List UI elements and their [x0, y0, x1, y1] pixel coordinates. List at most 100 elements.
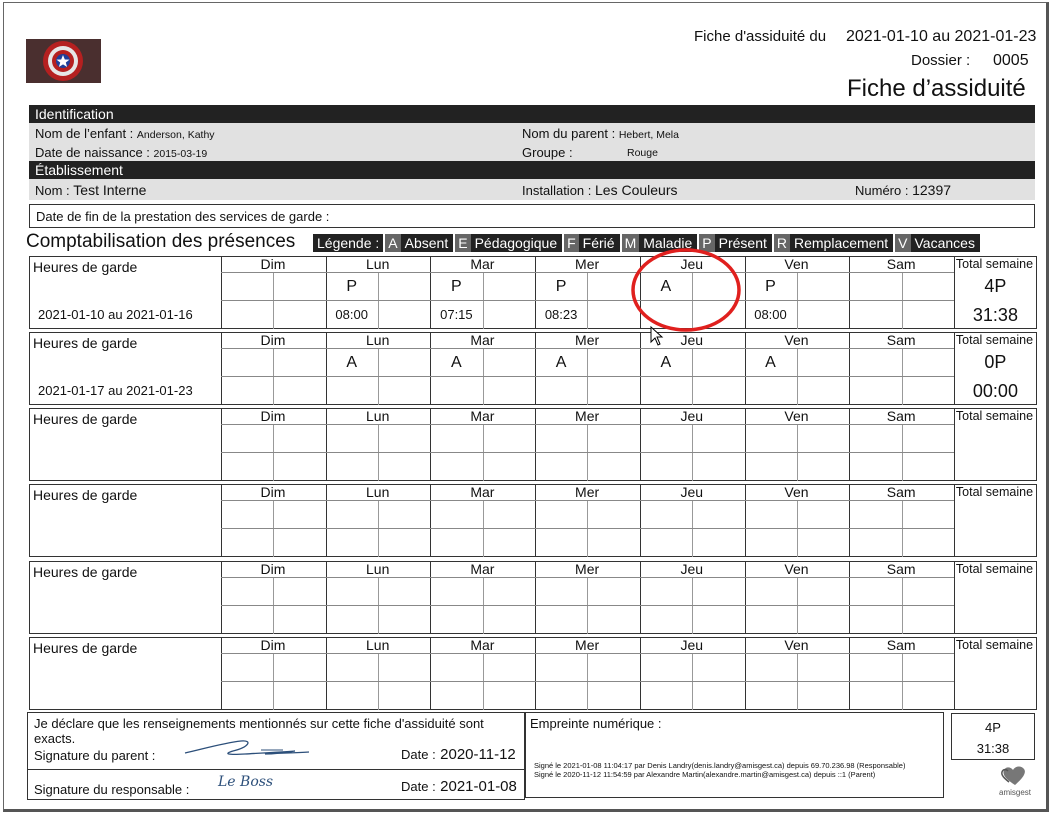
total-week-label: Total semaine — [955, 562, 1034, 576]
row-label: Heures de garde — [33, 564, 138, 580]
day-header: Mer — [575, 408, 600, 424]
attendance-time: 08:00 — [754, 307, 787, 322]
group-field: Groupe : — [522, 145, 573, 160]
parent-date-value: 2020-11-12 — [440, 746, 516, 763]
etablissement-name-value: Test Interne — [73, 182, 147, 198]
installation-field: Installation : Les Couleurs — [522, 182, 678, 198]
day-header: Ven — [784, 637, 809, 653]
responsable-signature-text: Le Boss — [218, 774, 274, 790]
attendance-mark: P — [451, 278, 462, 295]
day-header: Lun — [366, 484, 390, 500]
week-block: Heures de garde 2021-01-10 au 2021-01-16 D… — [29, 256, 1037, 329]
day-header: Lun — [366, 256, 390, 272]
signature-log-1: Signé le 2021-01-08 11:04:17 par Denis L… — [534, 761, 906, 770]
child-name-label: Nom de l’enfant : — [35, 126, 134, 141]
day-header: Dim — [260, 408, 286, 424]
total-week-label: Total semaine — [955, 485, 1034, 499]
day-header: Sam — [886, 408, 916, 424]
parent-name-label: Nom du parent : — [522, 126, 616, 141]
day-header: Jeu — [680, 637, 704, 653]
total-count: 4P — [984, 276, 1007, 296]
attendance-mark: A — [346, 354, 358, 371]
child-name-field: Nom de l’enfant : Anderson, Kathy — [35, 126, 215, 141]
day-header: Ven — [784, 332, 809, 348]
numero-field: Numéro : 12397 — [855, 182, 951, 198]
day-header: Jeu — [680, 408, 704, 424]
attendance-mark: P — [346, 278, 358, 295]
period-value: 2021-01-10 au 2021-01-23 — [846, 28, 1037, 45]
dob-field: Date de naissance : 2015-03-19 — [35, 145, 207, 160]
legend-value: Pédagogique — [470, 234, 563, 252]
day-header: Dim — [260, 484, 286, 500]
day-header: Mar — [470, 256, 495, 272]
summary-hours: 31:38 — [976, 741, 1010, 756]
presences-title: Comptabilisation des présences — [26, 231, 296, 252]
total-count: 0P — [984, 352, 1007, 372]
numero-value: 12397 — [912, 182, 952, 198]
etablissement-name-field: Nom : Test Interne — [35, 182, 146, 198]
numero-label: Numéro : — [855, 183, 909, 198]
total-hours: 00:00 — [972, 381, 1018, 401]
installation-value: Les Couleurs — [595, 182, 678, 198]
week-block: Heures de garde Dim Lun Mar Mer Jeu Ven Sam Tota… — [29, 637, 1037, 710]
legend-value: Absent — [400, 234, 454, 252]
day-header: Ven — [784, 561, 809, 577]
parent-date-field: Date : 2020-11-12 — [401, 746, 516, 764]
fingerprint-label: Empreinte numérique : — [530, 716, 662, 731]
day-header: Mar — [470, 561, 495, 577]
child-name-value: Anderson, Kathy — [136, 129, 215, 141]
dossier-value: 0005 — [993, 52, 1029, 69]
day-header: Dim — [260, 256, 286, 272]
signature-log-2: Signé le 2020-11-12 11:54:59 par Alexand… — [534, 770, 876, 779]
mouse-cursor-icon — [650, 325, 664, 351]
group-label: Groupe : — [522, 145, 573, 160]
identification-header: Identification — [29, 105, 1035, 123]
day-header: Lun — [366, 408, 390, 424]
attendance-mark: A — [660, 354, 672, 371]
day-header: Sam — [886, 332, 916, 348]
day-header: Lun — [366, 561, 390, 577]
installation-label: Installation : — [522, 183, 592, 198]
attendance-time: 08:00 — [335, 307, 368, 322]
day-header: Jeu — [680, 561, 704, 577]
legend-key: V — [895, 234, 911, 252]
attendance-sheet: Fiche d'assiduité du 2021-01-10 au 2021-… — [3, 2, 1049, 812]
day-header: Sam — [886, 637, 916, 653]
etablissement-panel: Nom : Test Interne Installation : Les Co… — [29, 179, 1035, 200]
week-block: Heures de garde Dim Lun Mar Mer Jeu Ven Sam Tota… — [29, 484, 1037, 557]
row-label: Heures de garde — [33, 335, 138, 351]
day-header: Mer — [575, 484, 600, 500]
row-label: Heures de garde — [33, 259, 138, 275]
legend-key: E — [455, 234, 471, 252]
week-range: 2021-01-10 au 2021-01-16 — [38, 307, 193, 322]
day-header: Dim — [260, 332, 286, 348]
summary-count: 4P — [985, 720, 1001, 735]
period-label: Fiche d'assiduité du — [694, 28, 827, 45]
total-week-label: Total semaine — [955, 638, 1034, 652]
row-label: Heures de garde — [33, 487, 138, 503]
dob-label: Date de naissance : — [35, 145, 150, 160]
end-date-field: Date de fin de la prestation des service… — [29, 204, 1035, 228]
legend-label: Légende : — [313, 234, 384, 252]
identification-panel: Nom de l’enfant : Anderson, Kathy Date d… — [29, 123, 1035, 161]
day-header: Mar — [470, 484, 495, 500]
day-header: Sam — [886, 484, 916, 500]
summary-box: 4P 31:38 — [951, 713, 1035, 760]
dob-value: 2015-03-19 — [153, 148, 208, 160]
declaration-box: Je déclare que les renseignements mentio… — [27, 712, 525, 800]
etablissement-header: Établissement — [29, 161, 1035, 179]
day-header: Mar — [470, 637, 495, 653]
total-week-label: Total semaine — [955, 333, 1034, 347]
parent-date-label: Date : — [401, 747, 436, 762]
responsable-signature-label: Signature du responsable : — [34, 782, 190, 797]
attendance-mark: P — [555, 278, 567, 295]
parent-signature-label: Signature du parent : — [34, 748, 156, 763]
legend-key: A — [385, 234, 401, 252]
fingerprint-box: Empreinte numérique : Signé le 2021-01-0… — [525, 712, 944, 798]
day-header: Mer — [575, 637, 600, 653]
page-title: Fiche d’assiduité — [847, 75, 1026, 102]
responsable-date-label: Date : — [401, 779, 436, 794]
total-week-label: Total semaine — [955, 257, 1034, 271]
week-block: Heures de garde Dim Lun Mar Mer Jeu Ven Sam Tota… — [29, 408, 1037, 481]
total-week-label: Total semaine — [955, 409, 1034, 423]
